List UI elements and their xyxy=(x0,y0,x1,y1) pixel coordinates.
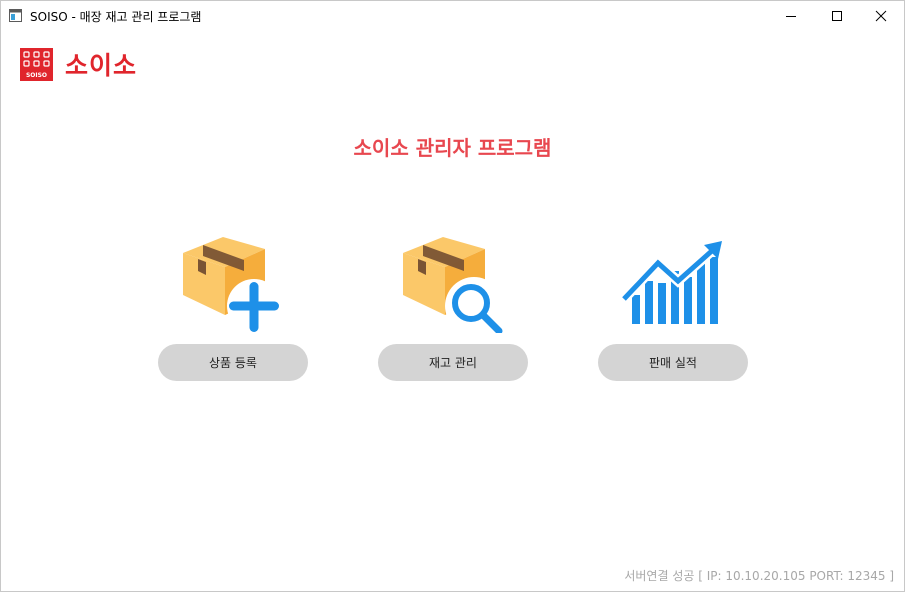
menu-tile-sales[interactable]: 판매 실적 xyxy=(598,233,748,383)
close-icon xyxy=(875,10,887,22)
sales-chart-icon xyxy=(620,241,722,324)
maximize-icon xyxy=(832,11,842,21)
menu-tile-inventory[interactable]: 재고 관리 xyxy=(378,233,528,383)
minimize-icon xyxy=(786,16,796,17)
close-button[interactable] xyxy=(858,1,904,31)
app-icon xyxy=(9,9,22,22)
page-title: 소이소 관리자 프로그램 xyxy=(353,136,552,160)
menu-tile-product-register[interactable]: 상품 등록 xyxy=(158,233,308,383)
svg-text:SOISO: SOISO xyxy=(26,72,47,79)
product-register-button[interactable]: 상품 등록 xyxy=(158,344,308,381)
server-status: 서버연결 성공 [ IP: 10.10.20.105 PORT: 12345 ] xyxy=(624,569,894,583)
window-title: SOISO - 매장 재고 관리 프로그램 xyxy=(30,10,202,24)
app-window: SOISO - 매장 재고 관리 프로그램 SOISO 소이소 소이소 관리자 … xyxy=(0,0,905,592)
logo-wordmark: 소이소 xyxy=(65,51,138,80)
inventory-button[interactable]: 재고 관리 xyxy=(378,344,528,381)
minimize-button[interactable] xyxy=(768,1,814,31)
box-add-icon xyxy=(183,237,281,333)
maximize-button[interactable] xyxy=(814,1,860,31)
soiso-logo-mark: SOISO xyxy=(20,48,53,81)
box-search-icon xyxy=(403,237,503,333)
sales-button[interactable]: 판매 실적 xyxy=(598,344,748,381)
title-bar[interactable]: SOISO - 매장 재고 관리 프로그램 xyxy=(1,1,904,31)
